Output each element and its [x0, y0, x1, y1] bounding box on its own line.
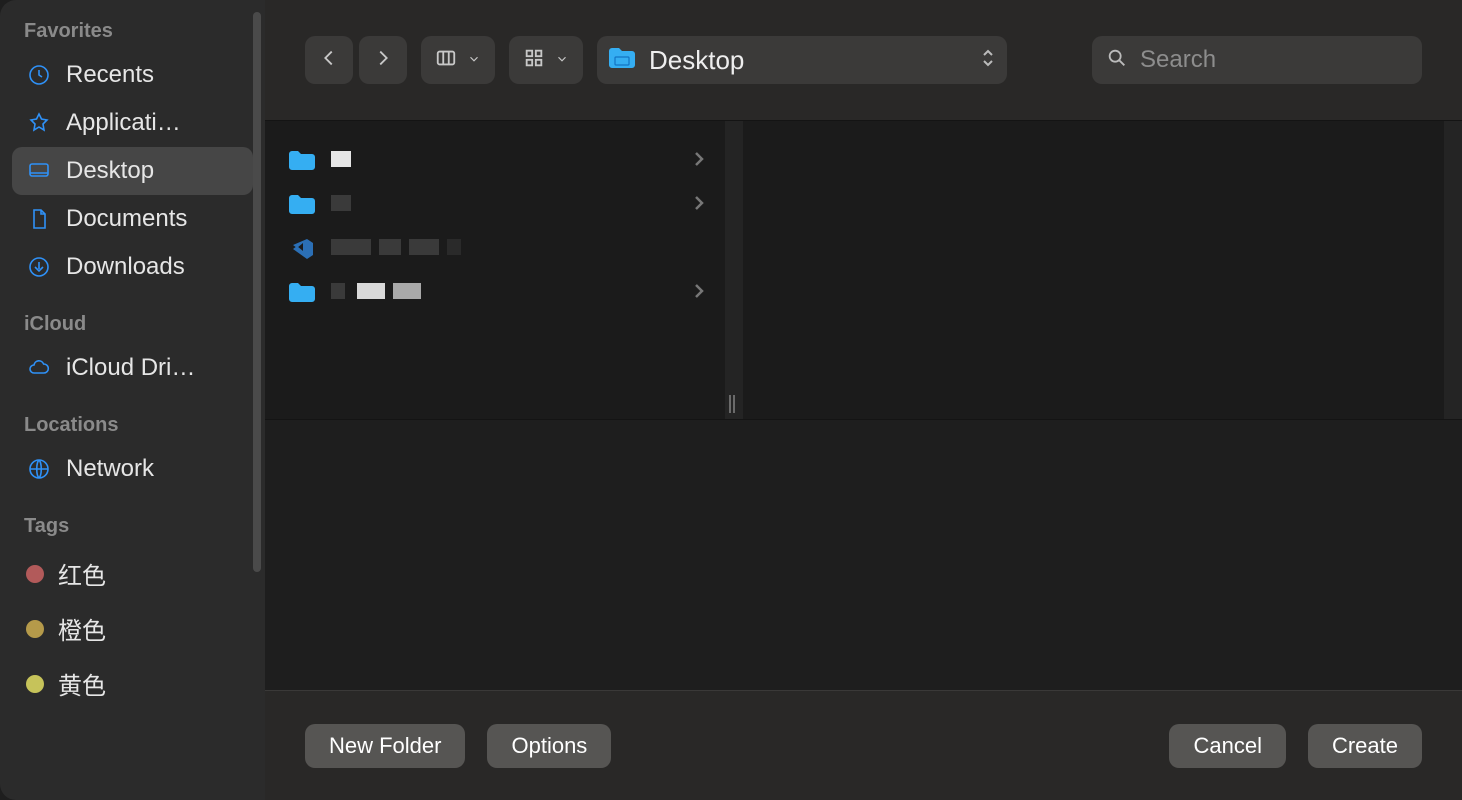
chevron-down-icon	[555, 52, 569, 69]
network-icon	[26, 456, 52, 482]
folder-icon	[287, 193, 317, 217]
sidebar-item-desktop[interactable]: Desktop	[12, 147, 253, 195]
column-edge	[1444, 121, 1462, 419]
column-2	[743, 121, 1462, 419]
tag-dot-icon	[26, 620, 44, 638]
row-folder[interactable]	[265, 271, 725, 315]
resize-handle-icon	[729, 395, 739, 413]
column-divider[interactable]	[725, 121, 743, 419]
group-by-button[interactable]	[509, 36, 583, 84]
chevron-right-icon	[372, 47, 394, 74]
footer-bar: New Folder Options Cancel Create	[265, 690, 1462, 800]
column-browser	[265, 120, 1462, 420]
sidebar-section-favorites: Favorites	[12, 20, 253, 51]
sidebar-item-label: Downloads	[66, 253, 185, 281]
updown-arrows-icon	[981, 48, 995, 73]
folder-icon	[287, 149, 317, 173]
sidebar: Favorites Recents Applicati… Desktop Doc…	[0, 0, 265, 800]
sidebar-item-network[interactable]: Network	[12, 445, 253, 493]
row-folder[interactable]	[265, 139, 725, 183]
sidebar-item-label: 橙色	[58, 611, 106, 646]
sidebar-section-locations: Locations	[12, 392, 253, 445]
applications-icon	[26, 110, 52, 136]
search-input[interactable]	[1140, 46, 1450, 74]
sidebar-scrollbar[interactable]	[253, 12, 261, 572]
main-panel: Desktop	[265, 0, 1462, 800]
row-file[interactable]	[265, 227, 725, 271]
row-folder[interactable]	[265, 183, 725, 227]
sidebar-item-applications[interactable]: Applicati…	[12, 99, 253, 147]
location-label: Desktop	[649, 45, 969, 76]
sidebar-item-documents[interactable]: Documents	[12, 195, 253, 243]
location-popup-button[interactable]: Desktop	[597, 36, 1007, 84]
row-label	[331, 150, 679, 173]
row-label	[331, 282, 679, 305]
nav-forward-button[interactable]	[359, 36, 407, 84]
options-button[interactable]: Options	[487, 724, 611, 768]
chevron-right-icon	[693, 194, 705, 217]
search-icon	[1106, 47, 1128, 74]
folder-icon	[607, 45, 637, 76]
row-label	[331, 194, 679, 217]
tag-dot-icon	[26, 565, 44, 583]
grid-icon	[523, 47, 545, 74]
sidebar-section-tags: Tags	[12, 493, 253, 546]
desktop-icon	[26, 158, 52, 184]
vscode-file-icon	[287, 237, 317, 261]
clock-icon	[26, 62, 52, 88]
nav-back-button[interactable]	[305, 36, 353, 84]
sidebar-item-label: Recents	[66, 61, 154, 89]
chevron-down-icon	[467, 52, 481, 69]
sidebar-item-label: Documents	[66, 205, 187, 233]
sidebar-item-label: Desktop	[66, 157, 154, 185]
sidebar-item-label: 黄色	[58, 666, 106, 701]
sidebar-item-label: Applicati…	[66, 109, 181, 137]
sidebar-item-recents[interactable]: Recents	[12, 51, 253, 99]
sidebar-tag-yellow[interactable]: 黄色	[12, 656, 253, 711]
folder-icon	[287, 281, 317, 305]
save-dialog: Favorites Recents Applicati… Desktop Doc…	[0, 0, 1462, 800]
sidebar-item-label: 红色	[58, 556, 106, 591]
document-icon	[26, 206, 52, 232]
empty-area	[265, 420, 1462, 690]
sidebar-section-icloud: iCloud	[12, 291, 253, 344]
cloud-icon	[26, 355, 52, 381]
cancel-button[interactable]: Cancel	[1169, 724, 1285, 768]
new-folder-button[interactable]: New Folder	[305, 724, 465, 768]
tag-dot-icon	[26, 675, 44, 693]
sidebar-item-label: iCloud Dri…	[66, 354, 195, 382]
sidebar-item-downloads[interactable]: Downloads	[12, 243, 253, 291]
downloads-icon	[26, 254, 52, 280]
row-label	[331, 238, 705, 261]
chevron-right-icon	[693, 282, 705, 305]
sidebar-item-label: Network	[66, 455, 154, 483]
column-1	[265, 121, 725, 419]
chevron-right-icon	[693, 150, 705, 173]
sidebar-item-icloud-drive[interactable]: iCloud Dri…	[12, 344, 253, 392]
sidebar-tag-red[interactable]: 红色	[12, 546, 253, 601]
chevron-left-icon	[318, 47, 340, 74]
toolbar: Desktop	[265, 0, 1462, 120]
view-columns-button[interactable]	[421, 36, 495, 84]
sidebar-tag-orange[interactable]: 橙色	[12, 601, 253, 656]
search-field[interactable]	[1092, 36, 1422, 84]
columns-icon	[435, 47, 457, 74]
create-button[interactable]: Create	[1308, 724, 1422, 768]
